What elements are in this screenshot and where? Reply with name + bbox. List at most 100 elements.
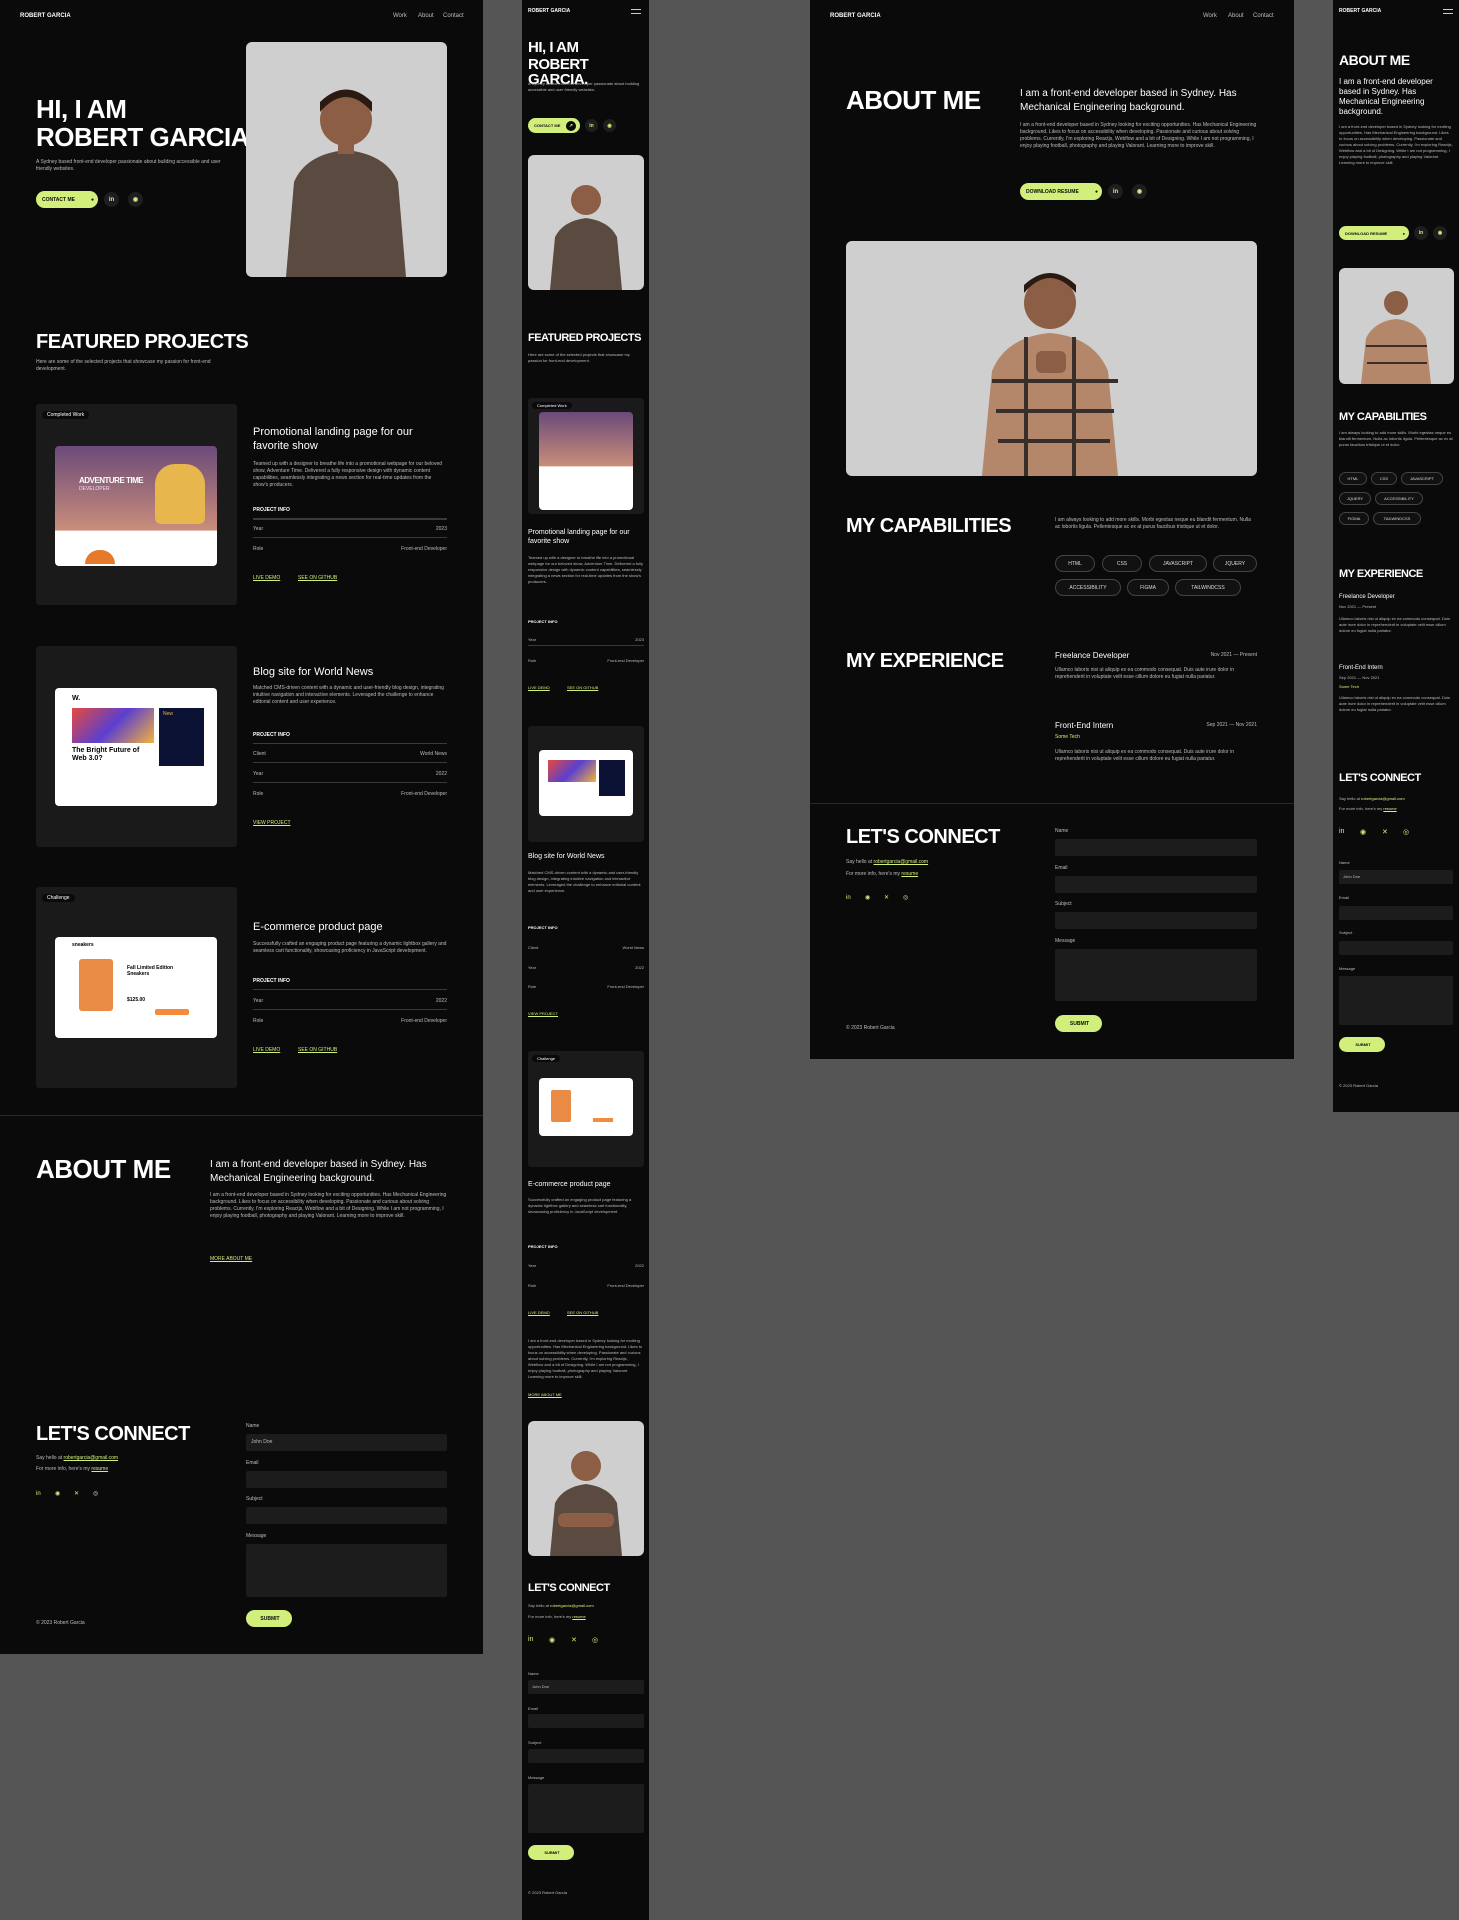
nav-about[interactable]: About — [1228, 12, 1244, 20]
message-label: Message — [1055, 938, 1076, 944]
connect-title: LET'S CONNECT — [846, 826, 1000, 848]
github-icon[interactable]: ◉ — [128, 192, 143, 207]
linkedin-icon[interactable]: in — [528, 1636, 533, 1643]
linkedin-icon[interactable]: in — [1339, 828, 1344, 835]
github-icon[interactable]: ◉ — [55, 1490, 60, 1498]
name-field[interactable]: John Doe — [246, 1434, 447, 1451]
linkedin-icon[interactable]: in — [585, 119, 598, 132]
github-link[interactable]: SEE ON GITHUB — [298, 575, 337, 582]
instagram-icon[interactable]: ◎ — [903, 894, 908, 902]
github-link[interactable]: SEE ON GITHUB — [567, 685, 598, 690]
message-field[interactable] — [1339, 976, 1453, 1025]
linkedin-icon[interactable]: in — [1108, 184, 1123, 199]
github-icon[interactable]: ◉ — [1360, 828, 1366, 836]
x-icon[interactable]: ✕ — [1382, 828, 1388, 836]
github-icon[interactable]: ◉ — [603, 119, 616, 132]
job-desc: Ullamco laboris nisi ut aliquip ex ea co… — [1339, 616, 1450, 633]
adventure-screenshot — [539, 412, 633, 510]
brand-logo[interactable]: ROBERT GARCIA — [830, 12, 881, 20]
menu-icon[interactable] — [631, 9, 641, 14]
live-demo-link[interactable]: LIVE DEMO — [253, 1047, 280, 1054]
project-card-3[interactable]: Challenge sneakers Fall Limited Edition … — [36, 887, 237, 1088]
submit-button[interactable]: SUBMIT — [1339, 1037, 1385, 1052]
live-demo-link[interactable]: LIVE DEMO — [528, 1310, 550, 1315]
email-link[interactable]: robertgarcia@gmail.com — [64, 1455, 119, 1461]
download-resume-button[interactable]: DOWNLOAD RESUME ● — [1020, 183, 1102, 200]
linkedin-icon[interactable]: in — [104, 192, 119, 207]
github-link[interactable]: SEE ON GITHUB — [567, 1310, 598, 1315]
more-about-link[interactable]: MORE ABOUT ME — [528, 1392, 562, 1397]
brand-logo[interactable]: ROBERT GARCIA — [20, 12, 71, 20]
email-link[interactable]: robertgarcia@gmail.com — [550, 1603, 594, 1608]
live-demo-link[interactable]: LIVE DEMO — [253, 575, 280, 582]
subject-field[interactable] — [1339, 941, 1453, 955]
x-icon[interactable]: ✕ — [884, 894, 889, 902]
subject-field[interactable] — [246, 1507, 447, 1524]
menu-icon[interactable] — [1443, 9, 1453, 14]
project-title: E-commerce product page — [253, 921, 383, 933]
nav-contact[interactable]: Contact — [443, 12, 464, 20]
project-card-2[interactable]: W. New The Bright Future of Web 3.0? — [36, 646, 237, 847]
brand-logo[interactable]: ROBERT GARCIA — [528, 8, 570, 15]
submit-button[interactable]: SUBMIT — [1055, 1015, 1102, 1032]
project-card-2[interactable] — [528, 726, 644, 842]
github-icon[interactable]: ◉ — [1433, 226, 1447, 240]
contact-me-label: CONTACT ME — [42, 196, 75, 203]
experience-title: MY EXPERIENCE — [1339, 568, 1423, 580]
contact-me-button[interactable]: CONTACT ME ↗ — [528, 118, 580, 133]
message-field[interactable] — [246, 1544, 447, 1597]
nav-about[interactable]: About — [418, 12, 434, 20]
footer-copyright: © 2023 Robert Garcia — [846, 1025, 895, 1031]
resume-link[interactable]: resume — [901, 871, 918, 877]
project-card-3[interactable]: Challenge — [528, 1051, 644, 1167]
email-field[interactable] — [246, 1471, 447, 1488]
instagram-icon[interactable]: ◎ — [93, 1490, 98, 1498]
skill-pill: ACCESSIBILITY — [1055, 579, 1121, 596]
github-link[interactable]: SEE ON GITHUB — [298, 1047, 337, 1054]
message-field[interactable] — [528, 1784, 644, 1833]
submit-button[interactable]: SUBMIT — [246, 1610, 292, 1627]
x-icon[interactable]: ✕ — [571, 1636, 577, 1644]
resume-link[interactable]: resume — [91, 1466, 108, 1472]
submit-button[interactable]: SUBMIT — [528, 1845, 574, 1860]
email-link[interactable]: robertgarcia@gmail.com — [1361, 796, 1405, 801]
subject-field[interactable] — [528, 1749, 644, 1763]
subject-field[interactable] — [1055, 912, 1257, 929]
email-link[interactable]: robertgarcia@gmail.com — [874, 859, 929, 865]
brand-logo[interactable]: ROBERT GARCIA — [1339, 8, 1381, 15]
resume-link[interactable]: resume — [572, 1614, 585, 1619]
name-field[interactable]: John Doe — [1339, 870, 1453, 884]
resume-link[interactable]: resume — [1383, 806, 1396, 811]
github-icon[interactable]: ◉ — [549, 1636, 555, 1644]
github-icon[interactable]: ◉ — [865, 894, 870, 902]
skill-pill: CSS — [1102, 555, 1142, 572]
linkedin-icon[interactable]: in — [1414, 226, 1428, 240]
name-field[interactable] — [1055, 839, 1257, 856]
live-demo-link[interactable]: LIVE DEMO — [528, 685, 550, 690]
side-label: New — [163, 711, 174, 717]
nav-work[interactable]: Work — [393, 12, 407, 20]
nav-work[interactable]: Work — [1203, 12, 1217, 20]
email-field[interactable] — [1055, 876, 1257, 893]
project-card-1[interactable]: Completed Work ADVENTURE TIME DEVELOPER — [36, 404, 237, 605]
x-icon[interactable]: ✕ — [74, 1490, 79, 1498]
linkedin-icon[interactable]: in — [846, 894, 851, 902]
adventure-screenshot: ADVENTURE TIME DEVELOPER — [55, 446, 217, 566]
download-resume-button[interactable]: DOWNLOAD RESUME ● — [1339, 226, 1409, 240]
contact-me-button[interactable]: CONTACT ME ● — [36, 191, 98, 208]
project-card-1[interactable]: Completed Work — [528, 398, 644, 514]
nav-contact[interactable]: Contact — [1253, 12, 1274, 20]
linkedin-icon[interactable]: in — [36, 1490, 41, 1498]
name-label: Name — [1055, 828, 1069, 834]
instagram-icon[interactable]: ◎ — [592, 1636, 598, 1644]
more-about-link[interactable]: MORE ABOUT ME — [210, 1256, 252, 1263]
view-project-link[interactable]: VIEW PROJECT — [253, 820, 291, 827]
name-field[interactable]: John Doe — [528, 1680, 644, 1694]
email-field[interactable] — [528, 1714, 644, 1728]
email-field[interactable] — [1339, 906, 1453, 920]
view-project-link[interactable]: VIEW PROJECT — [528, 1011, 558, 1016]
message-field[interactable] — [1055, 949, 1257, 1001]
instagram-icon[interactable]: ◎ — [1403, 828, 1409, 836]
github-icon[interactable]: ◉ — [1132, 184, 1147, 199]
project-title: Promotional landing page for our favorit… — [528, 529, 630, 545]
